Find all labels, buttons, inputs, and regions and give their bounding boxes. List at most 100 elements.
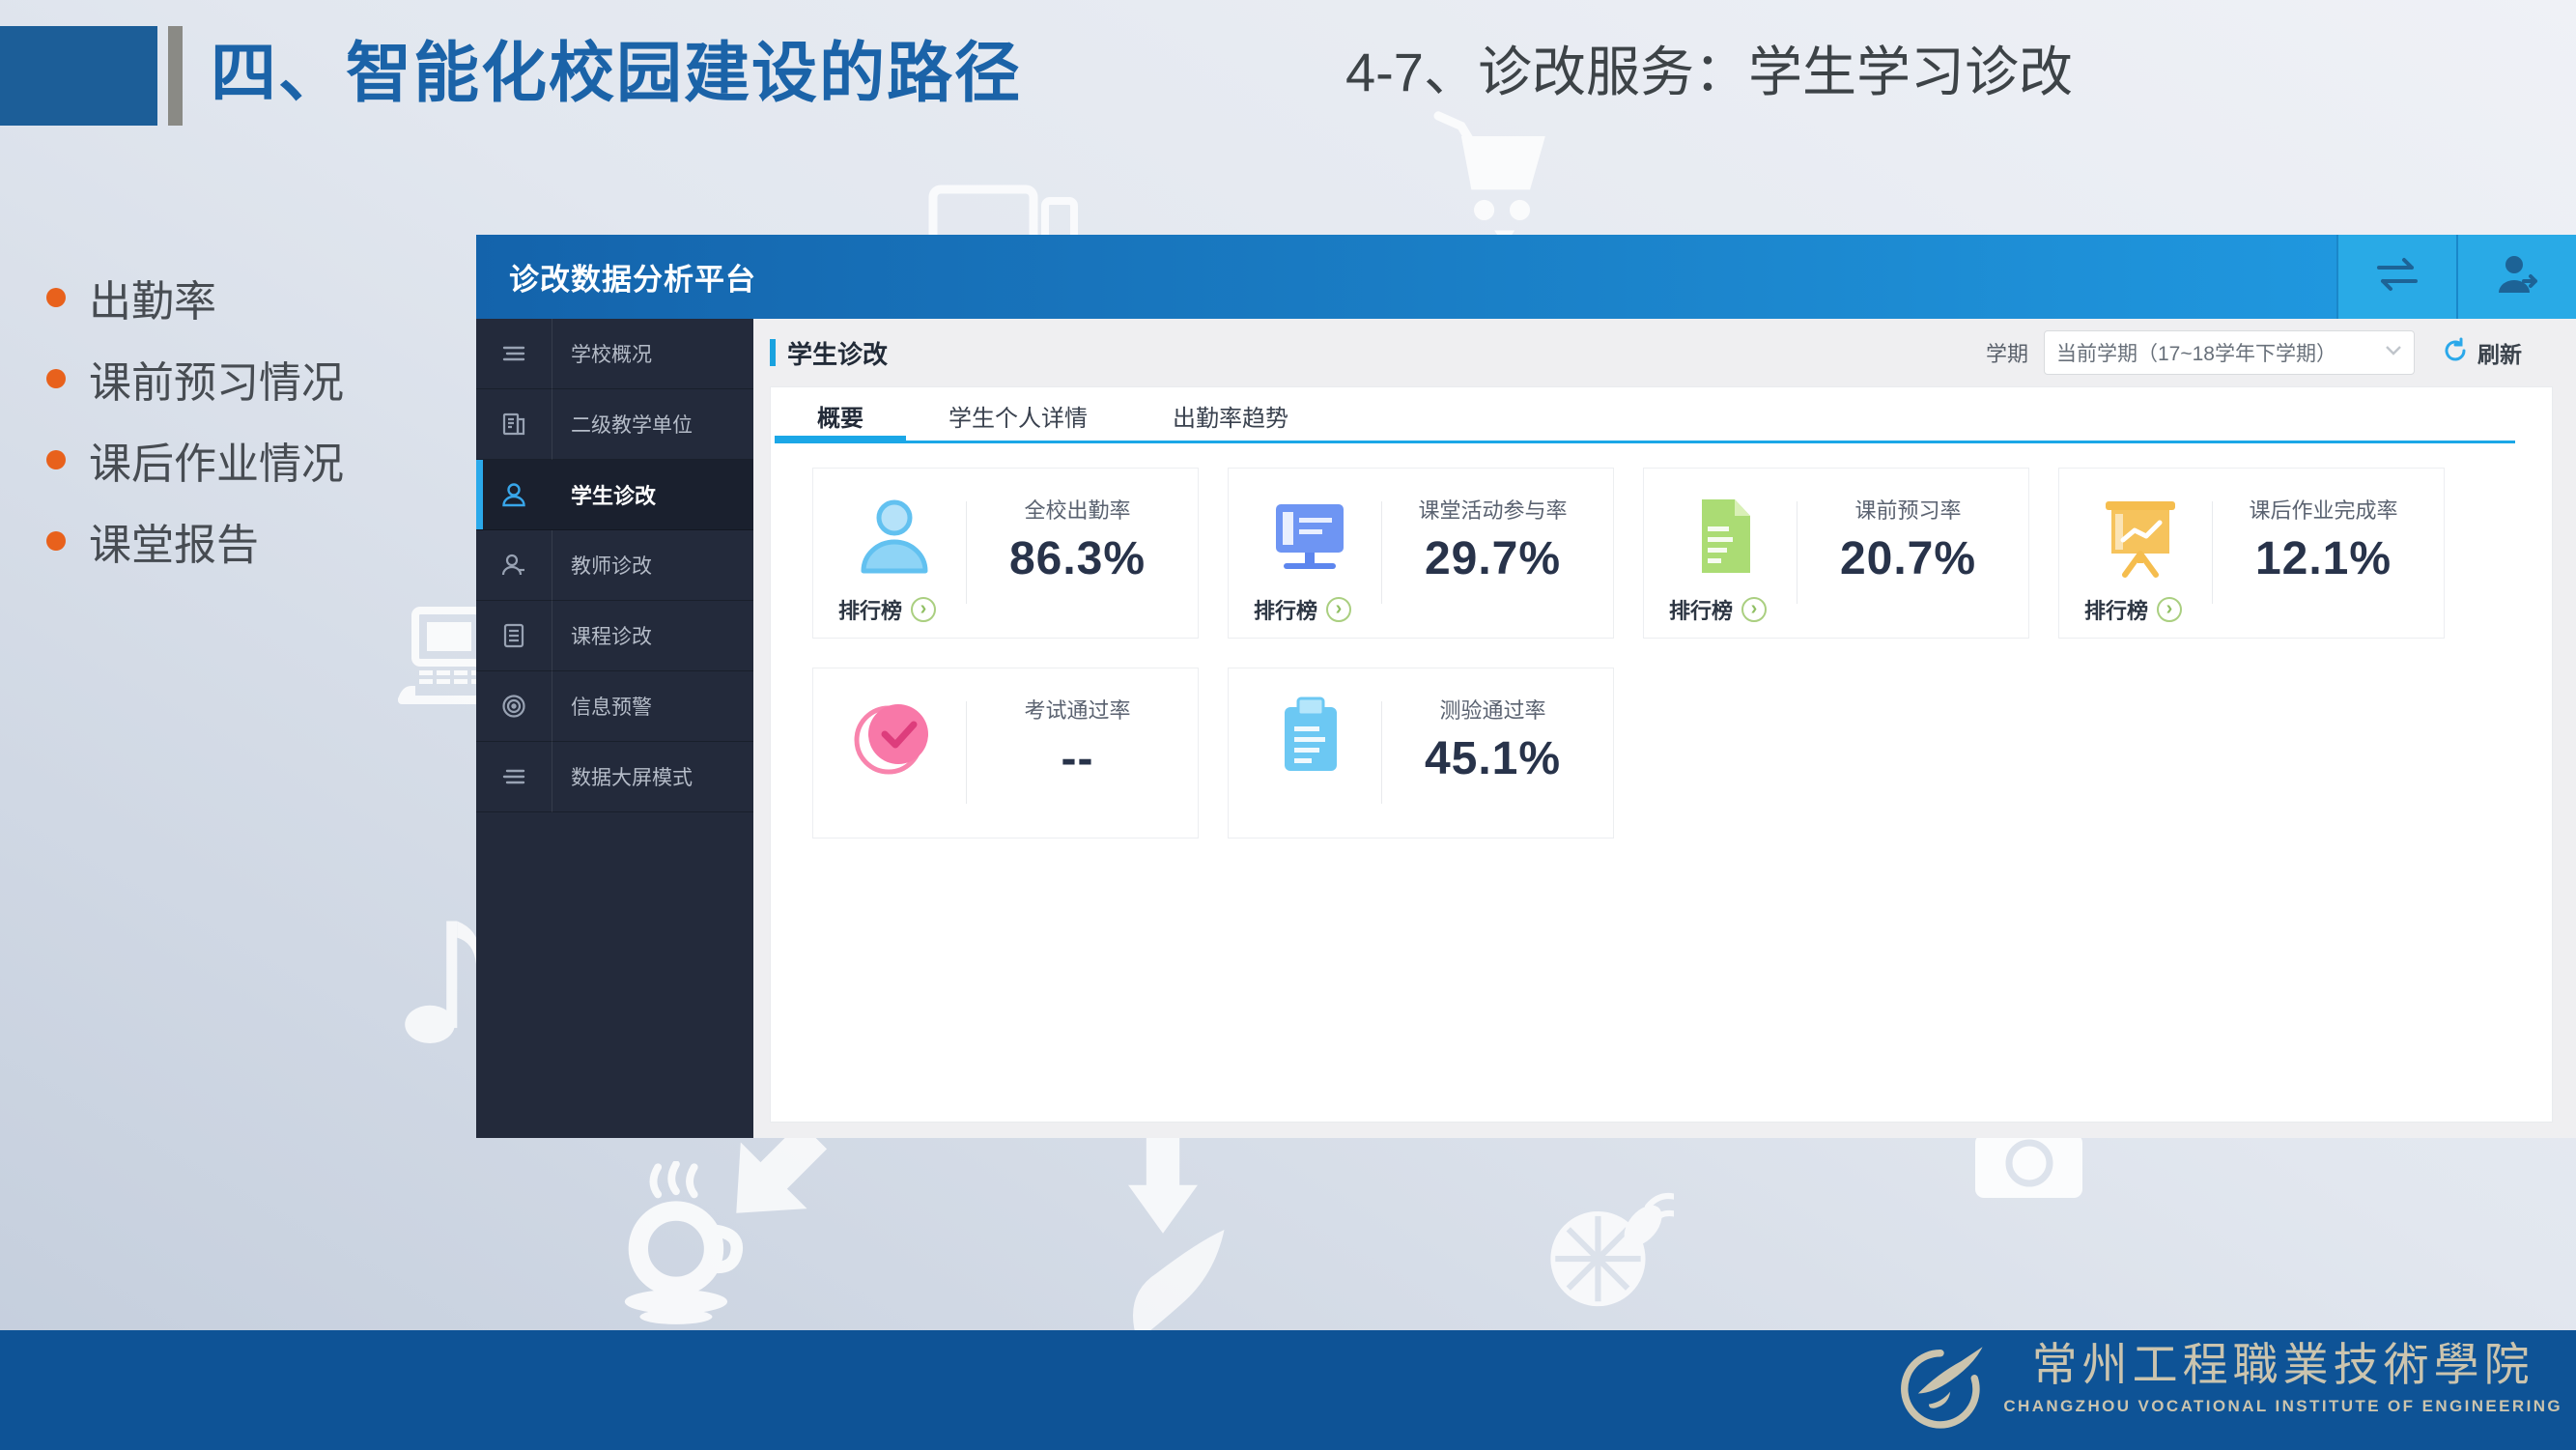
clipboard-icon bbox=[1263, 690, 1356, 787]
school-emblem-icon bbox=[1891, 1338, 1990, 1441]
tab-bar: 概要 学生个人详情 出勤率趋势 bbox=[771, 387, 2552, 443]
app-window: 诊改数据分析平台 学校概况 二级教学单位 bbox=[476, 235, 2576, 1138]
sidebar-item-student-diagnosis[interactable]: 学生诊改 bbox=[476, 460, 753, 530]
list-item: 课前预习情况 bbox=[46, 338, 344, 419]
tab-label: 学生个人详情 bbox=[948, 399, 1088, 433]
ranking-link[interactable]: 排行榜 › bbox=[1669, 594, 1767, 625]
bullet-text: 课后作业情况 bbox=[89, 429, 344, 491]
school-name-en: CHANGZHOU VOCATIONAL INSTITUTE OF ENGINE… bbox=[2003, 1397, 2562, 1416]
person-icon bbox=[848, 490, 941, 587]
list-item: 出勤率 bbox=[46, 257, 344, 338]
sidebar-item-big-screen-mode[interactable]: 数据大屏模式 bbox=[476, 742, 753, 812]
sidebar-item-info-warning[interactable]: 信息预警 bbox=[476, 671, 753, 742]
header-buttons bbox=[2336, 235, 2576, 319]
card-exam-pass-rate: 考试通过率 -- bbox=[812, 668, 1199, 839]
card-label: 全校出勤率 bbox=[967, 494, 1188, 525]
toolbar: 学生诊改 学期 当前学期（17~18学年下学期） 刷新 bbox=[770, 328, 2522, 377]
watermark-coffee-icon bbox=[607, 1161, 773, 1327]
stat-cards: 全校出勤率 86.3% 排行榜 › bbox=[812, 468, 2512, 839]
chevron-right-circle-icon: › bbox=[2157, 597, 2182, 622]
sidebar-item-label: 学生诊改 bbox=[552, 479, 656, 510]
bullet-dot bbox=[46, 288, 66, 307]
watermark-cart-icon bbox=[1427, 108, 1557, 248]
course-doc-icon bbox=[476, 621, 552, 650]
watermark-quill-icon bbox=[1111, 1225, 1236, 1346]
menu-lines-icon bbox=[476, 339, 552, 368]
check-circle-icon bbox=[848, 690, 941, 787]
semester-select[interactable]: 当前学期（17~18学年下学期） bbox=[2044, 330, 2415, 375]
tab-overview[interactable]: 概要 bbox=[775, 387, 906, 443]
watermark-dish-icon bbox=[1543, 1180, 1674, 1316]
title-accent-square bbox=[0, 26, 157, 126]
card-value: 29.7% bbox=[1382, 532, 1603, 585]
tab-label: 出勤率趋势 bbox=[1173, 399, 1288, 433]
bullet-dot bbox=[46, 531, 66, 551]
swap-icon bbox=[2375, 256, 2420, 298]
ranking-label: 排行榜 bbox=[1254, 594, 1317, 625]
chevron-right-circle-icon: › bbox=[1326, 597, 1351, 622]
card-value: 20.7% bbox=[1798, 532, 2019, 585]
section-accent-bar bbox=[770, 339, 776, 366]
ranking-label: 排行榜 bbox=[838, 594, 902, 625]
school-name-cn: 常州工程職業技術學院 bbox=[2032, 1338, 2534, 1395]
content-panel: 概要 学生个人详情 出勤率趋势 全校出勤率 86.3% bbox=[770, 386, 2553, 1123]
screen-lines-icon bbox=[476, 762, 552, 791]
semester-select-value: 当前学期（17~18学年下学期） bbox=[2056, 338, 2336, 367]
sidebar-item-label: 二级教学单位 bbox=[552, 410, 693, 439]
tab-student-detail[interactable]: 学生个人详情 bbox=[906, 387, 1130, 443]
footer-bar: 常州工程職業技術學院 CHANGZHOU VOCATIONAL INSTITUT… bbox=[0, 1330, 2576, 1450]
card-school-attendance: 全校出勤率 86.3% 排行榜 › bbox=[812, 468, 1199, 639]
app-body: 学校概况 二级教学单位 学生诊改 教师诊改 课程诊改 信息预警 bbox=[476, 319, 2576, 1138]
card-value: 12.1% bbox=[2213, 532, 2434, 585]
card-class-activity: 课堂活动参与率 29.7% 排行榜 › bbox=[1228, 468, 1614, 639]
bullet-text: 出勤率 bbox=[89, 267, 216, 328]
chevron-right-circle-icon: › bbox=[911, 597, 936, 622]
sidebar-item-teaching-units[interactable]: 二级教学单位 bbox=[476, 389, 753, 460]
card-quiz-pass-rate: 测验通过率 45.1% bbox=[1228, 668, 1614, 839]
bullet-dot bbox=[46, 450, 66, 469]
bullet-text: 课堂报告 bbox=[89, 510, 259, 572]
card-label: 课前预习率 bbox=[1798, 494, 2019, 525]
bullet-dot bbox=[46, 369, 66, 388]
tab-label: 概要 bbox=[817, 399, 863, 433]
refresh-button[interactable]: 刷新 bbox=[2442, 336, 2522, 369]
swap-button[interactable] bbox=[2336, 235, 2456, 319]
chevron-right-circle-icon: › bbox=[1741, 597, 1767, 622]
semester-label: 学期 bbox=[1986, 337, 2028, 368]
sidebar-item-label: 信息预警 bbox=[552, 692, 652, 721]
building-icon bbox=[476, 410, 552, 439]
sidebar-item-school-overview[interactable]: 学校概况 bbox=[476, 319, 753, 389]
app-header: 诊改数据分析平台 bbox=[476, 235, 2576, 319]
sidebar-item-label: 教师诊改 bbox=[552, 551, 652, 580]
presentation-chart-icon bbox=[2094, 490, 2187, 587]
ranking-link[interactable]: 排行榜 › bbox=[1254, 594, 1351, 625]
target-icon bbox=[476, 692, 552, 721]
card-homework-completion: 课后作业完成率 12.1% 排行榜 › bbox=[2058, 468, 2445, 639]
bullet-list: 出勤率 课前预习情况 课后作业情况 课堂报告 bbox=[46, 257, 344, 582]
card-preview-rate: 课前预习率 20.7% 排行榜 › bbox=[1643, 468, 2029, 639]
ranking-link[interactable]: 排行榜 › bbox=[2084, 594, 2182, 625]
user-logout-icon bbox=[2495, 254, 2539, 299]
monitor-icon bbox=[1263, 490, 1356, 587]
sidebar-item-course-diagnosis[interactable]: 课程诊改 bbox=[476, 601, 753, 671]
refresh-icon bbox=[2442, 337, 2469, 369]
slide-title: 四、智能化校园建设的路径 bbox=[211, 19, 1022, 115]
ranking-label: 排行榜 bbox=[2084, 594, 2148, 625]
card-value: 86.3% bbox=[967, 532, 1188, 585]
main-content: 学生诊改 学期 当前学期（17~18学年下学期） 刷新 概要 学生个人详情 出勤… bbox=[753, 319, 2576, 1138]
title-accent-bar bbox=[168, 26, 183, 126]
logout-button[interactable] bbox=[2456, 235, 2576, 319]
card-label: 课后作业完成率 bbox=[2213, 494, 2434, 525]
sidebar-item-label: 课程诊改 bbox=[552, 621, 652, 650]
list-item: 课后作业情况 bbox=[46, 419, 344, 500]
slide-subtitle: 4-7、诊改服务：学生学习诊改 bbox=[1345, 29, 2073, 107]
chevron-down-icon bbox=[2385, 344, 2402, 361]
section-title: 学生诊改 bbox=[787, 335, 888, 371]
refresh-label: 刷新 bbox=[2477, 336, 2522, 369]
ranking-link[interactable]: 排行榜 › bbox=[838, 594, 936, 625]
teacher-icon bbox=[476, 551, 552, 580]
card-value: 45.1% bbox=[1382, 732, 1603, 785]
card-label: 考试通过率 bbox=[967, 694, 1188, 725]
sidebar-item-teacher-diagnosis[interactable]: 教师诊改 bbox=[476, 530, 753, 601]
tab-attendance-trend[interactable]: 出勤率趋势 bbox=[1130, 387, 1331, 443]
